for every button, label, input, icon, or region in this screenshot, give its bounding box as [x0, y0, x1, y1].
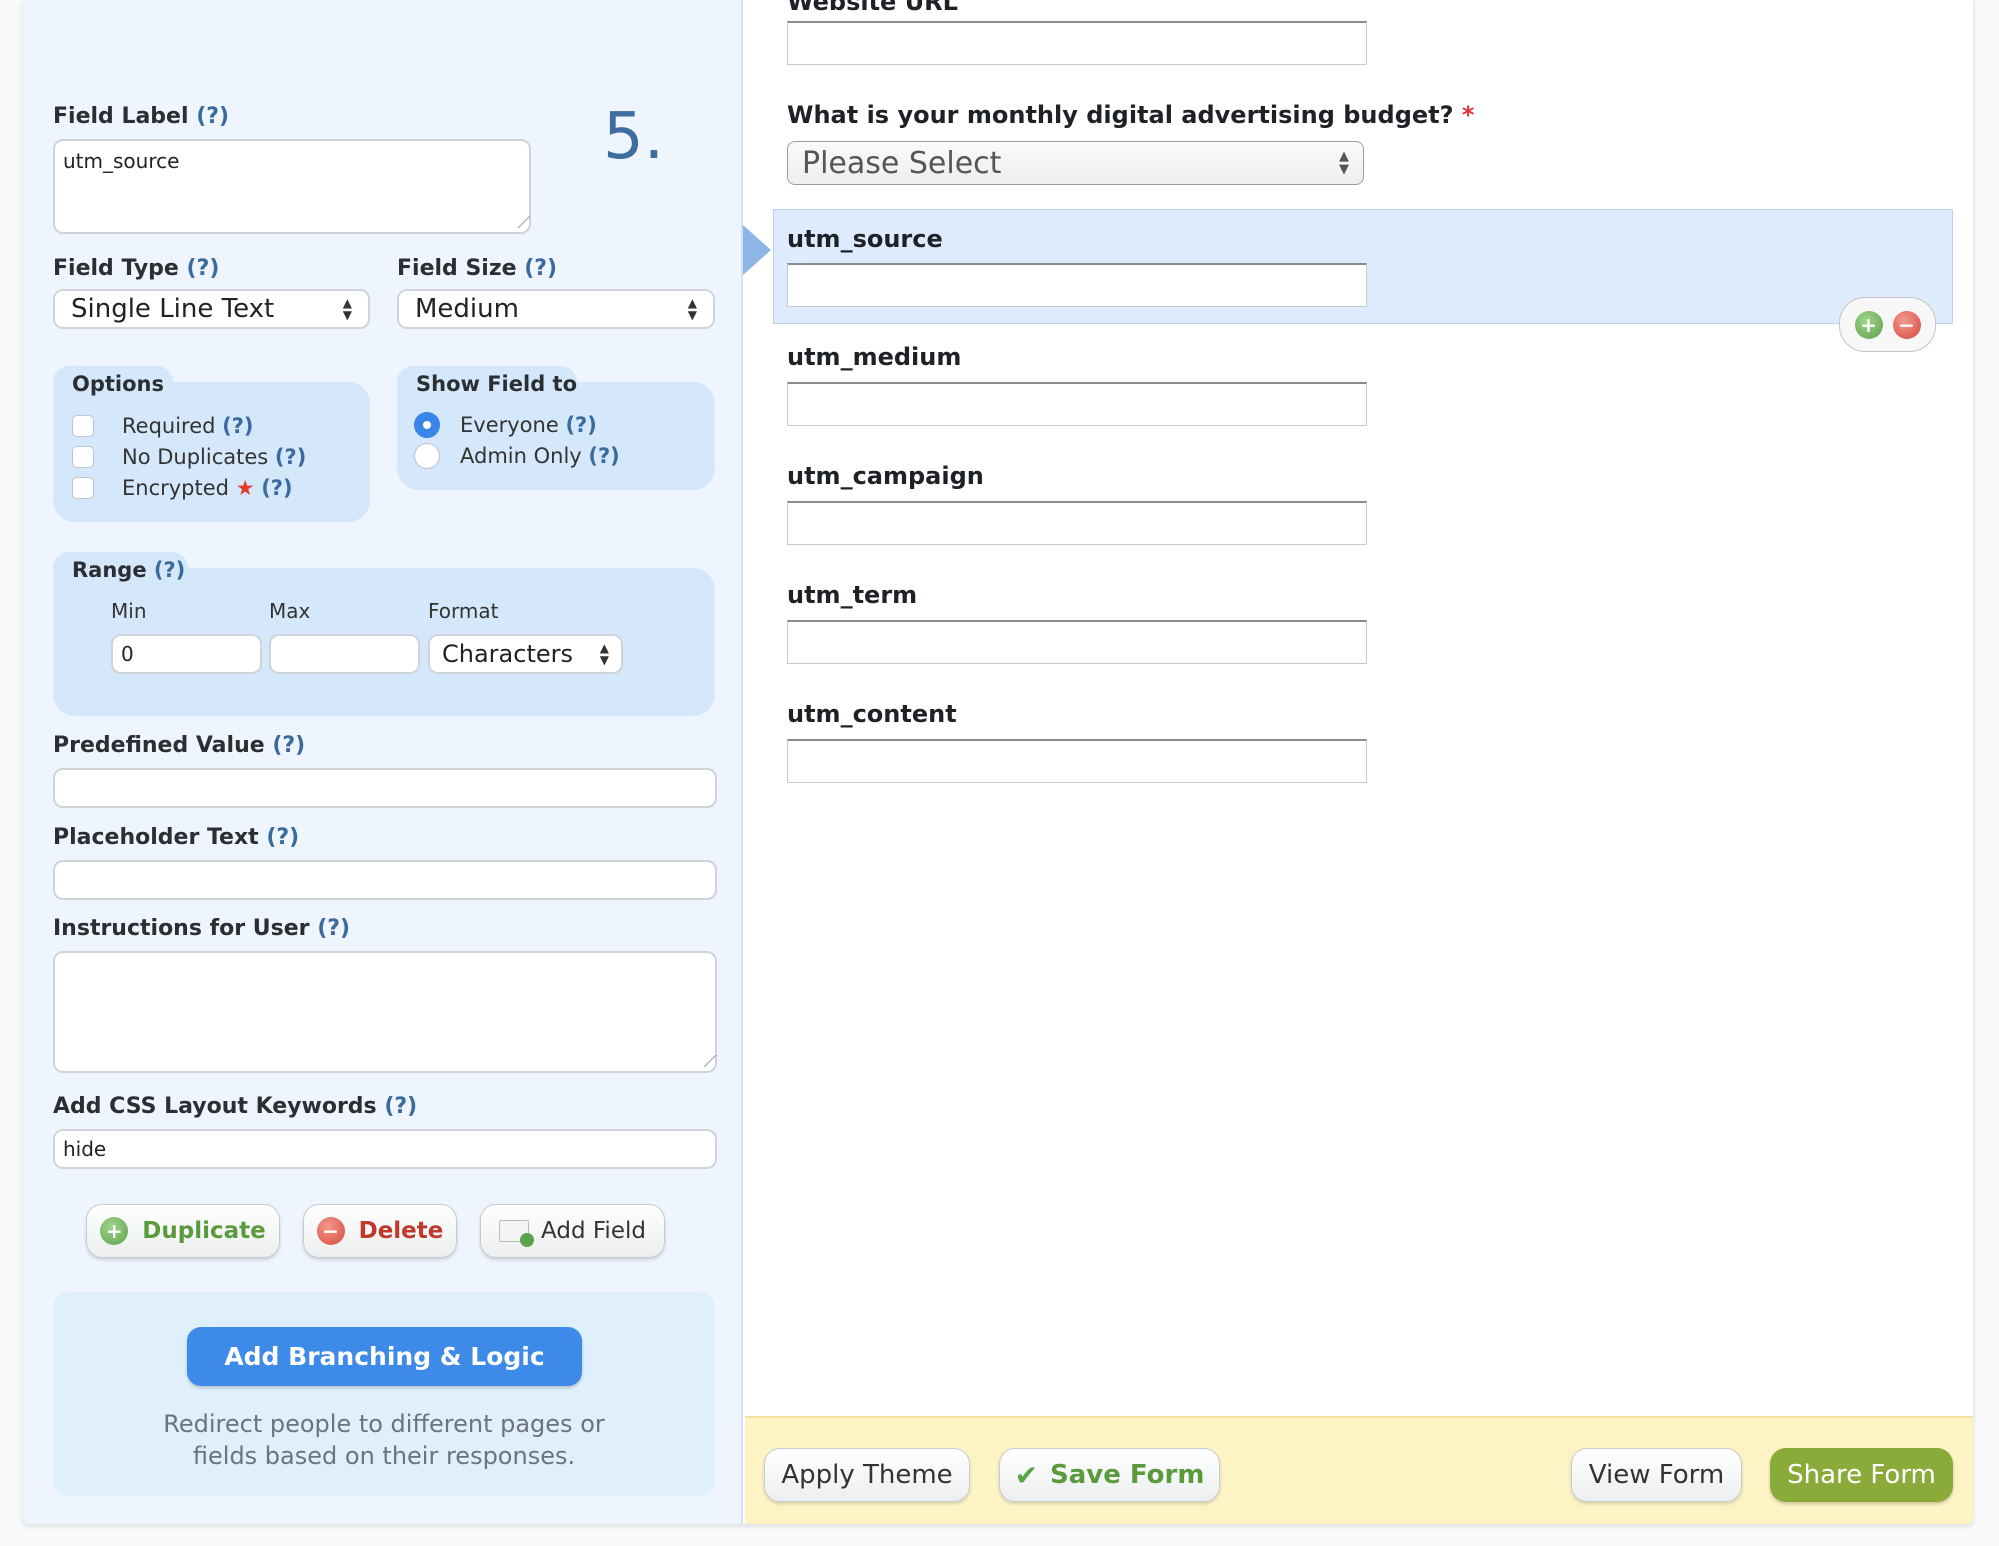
view-form-button[interactable]: View Form: [1571, 1448, 1742, 1502]
css-keywords-input[interactable]: hide: [53, 1129, 717, 1169]
show-field-radios: Everyone (?) Admin Only (?): [414, 409, 620, 471]
save-form-button[interactable]: ✔ Save Form: [999, 1448, 1220, 1502]
add-branching-logic-button[interactable]: Add Branching & Logic: [187, 1327, 582, 1386]
required-checkbox[interactable]: [72, 414, 94, 437]
help-link[interactable]: (?): [588, 444, 619, 468]
share-form-button[interactable]: Share Form: [1770, 1448, 1953, 1502]
select-arrows-icon: ▲ ▼: [342, 296, 352, 322]
help-link[interactable]: (?): [384, 1094, 417, 1119]
checkmark-icon: ✔: [1014, 1458, 1039, 1492]
placeholder-text-heading: Placeholder Text (?): [53, 825, 300, 850]
help-link[interactable]: (?): [272, 733, 305, 758]
field-size-heading: Field Size (?): [397, 256, 558, 281]
field-label-utm-content: utm_content: [787, 700, 957, 728]
field-label-utm-campaign: utm_campaign: [787, 462, 984, 490]
budget-question-label: What is your monthly digital advertising…: [787, 101, 1475, 129]
show-field-title: Show Field to: [416, 372, 578, 396]
branching-description: Redirect people to different pages or fi…: [163, 1410, 605, 1470]
instructions-textarea[interactable]: [53, 951, 717, 1073]
range-format-select[interactable]: Characters ▲ ▼: [428, 634, 623, 674]
options-title: Options: [72, 372, 164, 396]
resize-handle-icon[interactable]: [507, 216, 531, 228]
predefined-value-input[interactable]: [53, 768, 717, 808]
option-encrypted[interactable]: Encrypted ★ (?): [72, 472, 306, 503]
help-link[interactable]: (?): [275, 445, 306, 469]
range-max-input[interactable]: [269, 634, 420, 674]
help-link[interactable]: (?): [266, 825, 299, 850]
help-link[interactable]: (?): [565, 413, 596, 437]
radio-everyone[interactable]: Everyone (?): [414, 409, 620, 440]
utm-medium-input[interactable]: [787, 382, 1367, 426]
plus-circle-icon: +: [100, 1217, 129, 1245]
placeholder-text-input[interactable]: [53, 860, 717, 900]
predefined-value-heading: Predefined Value (?): [53, 733, 306, 758]
help-link[interactable]: (?): [154, 558, 185, 582]
option-required[interactable]: Required (?): [72, 410, 306, 441]
help-link[interactable]: (?): [196, 104, 229, 129]
required-asterisk: *: [1461, 101, 1475, 129]
star-icon: ★: [235, 475, 255, 500]
field-type-select[interactable]: Single Line Text ▲ ▼: [53, 289, 370, 329]
help-link[interactable]: (?): [317, 916, 350, 941]
admin-only-radio[interactable]: [414, 442, 440, 469]
encrypted-checkbox[interactable]: [72, 476, 94, 499]
add-field-below-icon[interactable]: +: [1854, 310, 1883, 339]
css-keywords-heading: Add CSS Layout Keywords (?): [53, 1094, 418, 1119]
resize-handle-icon[interactable]: [693, 1055, 717, 1067]
field-type-heading: Field Type (?): [53, 256, 220, 281]
everyone-radio[interactable]: [414, 411, 440, 438]
utm-content-input[interactable]: [787, 739, 1367, 783]
website-url-label: Website URL: [787, 0, 958, 16]
select-arrows-icon: ▲ ▼: [599, 641, 609, 667]
field-add-remove-controls: + −: [1839, 297, 1936, 352]
format-label: Format: [428, 599, 499, 623]
budget-select[interactable]: Please Select ▲ ▼: [787, 141, 1364, 185]
radio-admin-only[interactable]: Admin Only (?): [414, 440, 620, 471]
no-duplicates-checkbox[interactable]: [72, 445, 94, 468]
add-field-button[interactable]: Add Field: [480, 1204, 665, 1258]
help-link[interactable]: (?): [222, 414, 253, 438]
utm-term-input[interactable]: [787, 620, 1367, 664]
delete-button[interactable]: − Delete: [303, 1204, 457, 1258]
option-no-duplicates[interactable]: No Duplicates (?): [72, 441, 306, 472]
add-field-icon: [499, 1220, 535, 1247]
range-title: Range (?): [72, 558, 186, 582]
field-size-select[interactable]: Medium ▲ ▼: [397, 289, 715, 329]
selected-field-pointer-icon: [743, 225, 771, 275]
select-arrows-icon: ▲ ▼: [687, 296, 697, 322]
field-label-utm-medium: utm_medium: [787, 343, 962, 371]
apply-theme-button[interactable]: Apply Theme: [764, 1448, 970, 1502]
select-arrows-icon: ▲ ▼: [1339, 149, 1349, 177]
remove-field-icon[interactable]: −: [1892, 310, 1921, 339]
utm-source-input[interactable]: [787, 263, 1367, 307]
min-label: Min: [111, 599, 147, 623]
field-label-heading: Field Label (?): [53, 104, 230, 129]
help-link[interactable]: (?): [187, 256, 220, 281]
range-min-input[interactable]: 0: [111, 634, 262, 674]
minus-circle-icon: −: [316, 1217, 345, 1245]
options-list: Required (?) No Duplicates (?) Encrypted…: [72, 410, 306, 503]
help-link[interactable]: (?): [261, 476, 292, 500]
field-label-utm-term: utm_term: [787, 581, 918, 609]
instructions-heading: Instructions for User (?): [53, 916, 351, 941]
website-url-input[interactable]: [787, 21, 1367, 65]
duplicate-button[interactable]: + Duplicate: [86, 1204, 280, 1258]
max-label: Max: [269, 599, 311, 623]
field-label-textarea[interactable]: utm_source: [53, 139, 531, 234]
utm-campaign-input[interactable]: [787, 501, 1367, 545]
help-link[interactable]: (?): [524, 256, 557, 281]
field-label-utm-source: utm_source: [787, 225, 943, 253]
field-number: 5.: [603, 100, 665, 174]
